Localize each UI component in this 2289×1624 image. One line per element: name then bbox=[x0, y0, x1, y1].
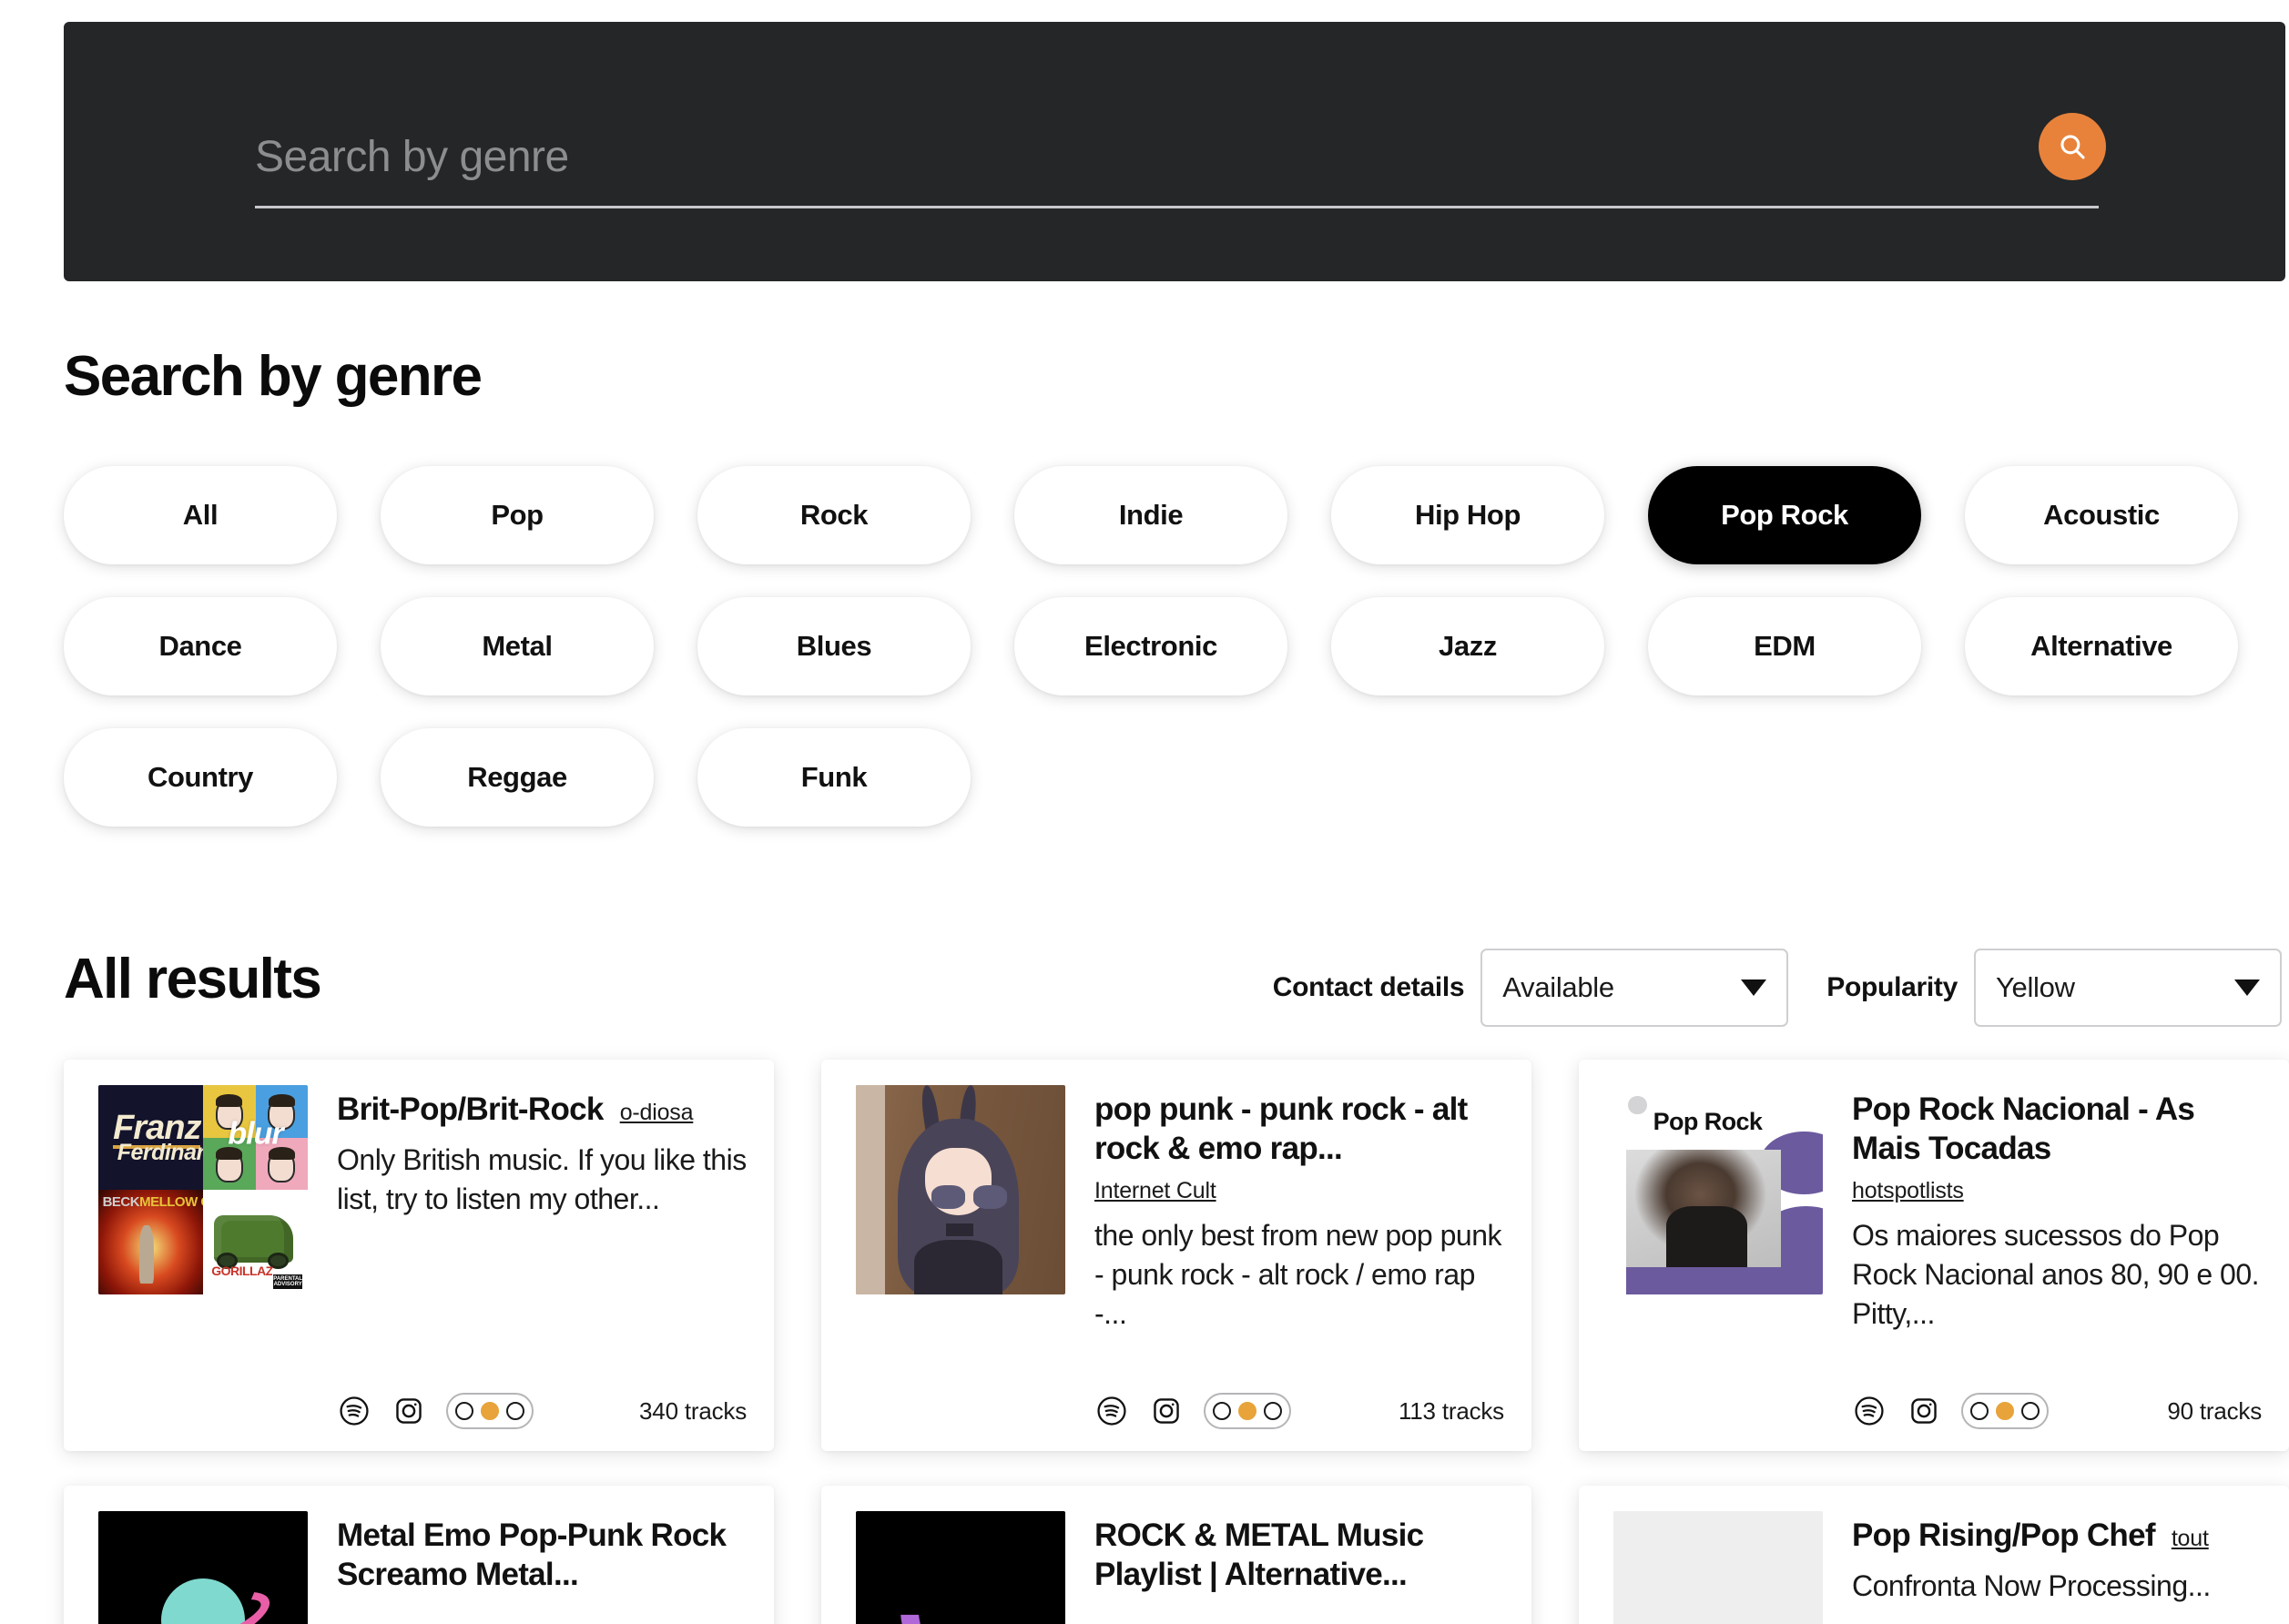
instagram-icon[interactable] bbox=[1149, 1394, 1184, 1428]
playlist-author-link[interactable]: hotspotlists bbox=[1852, 1177, 2262, 1205]
popularity-value: Yellow bbox=[1996, 971, 2075, 1003]
spotify-icon[interactable] bbox=[337, 1394, 371, 1428]
playlist-cover-image: Pop Rock bbox=[1613, 1085, 1823, 1294]
card-title-row: Brit-Pop/Brit-Rock o-diosa bbox=[337, 1091, 747, 1130]
search-header bbox=[64, 22, 2285, 281]
result-card[interactable]: FranzFerdinand blur BECKMELLOW GOLD bbox=[64, 1060, 774, 1451]
playlist-description: Confronta Now Processing... bbox=[1852, 1568, 2211, 1602]
search-icon bbox=[2057, 131, 2088, 162]
playlist-cover-image bbox=[856, 1511, 1065, 1624]
playlist-title: Pop Rock Nacional - As Mais Tocadas bbox=[1852, 1091, 2195, 1166]
card-body: Metal Emo Pop-Punk Rock Screamo Metal... bbox=[337, 1511, 747, 1624]
popularity-dot-green bbox=[1264, 1402, 1282, 1420]
card-body: Brit-Pop/Brit-Rock o-diosa Only British m… bbox=[337, 1085, 747, 1427]
result-card[interactable]: Pop Rock Pop Rock Nacional - As Mais Toc… bbox=[1579, 1060, 2289, 1451]
page-root: Search by genre All Pop Rock Indie Hip H… bbox=[0, 0, 2289, 1624]
playlist-cover-image: FranzFerdinand blur BECKMELLOW GOLD bbox=[98, 1085, 308, 1294]
playlist-author-link[interactable]: o-diosa bbox=[620, 1100, 694, 1125]
card-body: ROCK & METAL Music Playlist | Alternativ… bbox=[1094, 1511, 1504, 1624]
popularity-indicator[interactable] bbox=[1961, 1393, 2049, 1429]
genre-pill-rock[interactable]: Rock bbox=[697, 466, 971, 564]
result-card[interactable]: Pop Rising/Pop Chef tout Confronta Now Pr… bbox=[1579, 1486, 2289, 1624]
chevron-down-icon bbox=[2234, 979, 2260, 996]
track-count: 90 tracks bbox=[2167, 1396, 2262, 1425]
playlist-description: the only best from new pop punk - punk r… bbox=[1094, 1218, 1502, 1330]
spotify-icon[interactable] bbox=[1852, 1394, 1887, 1428]
playlist-cover-image bbox=[856, 1085, 1065, 1294]
card-title-row: ROCK & METAL Music Playlist | Alternativ… bbox=[1094, 1517, 1504, 1594]
card-title-row: Pop Rock Nacional - As Mais Tocadas hots… bbox=[1852, 1091, 2262, 1205]
playlist-title: Metal Emo Pop-Punk Rock Screamo Metal... bbox=[337, 1517, 727, 1592]
popularity-label: Popularity bbox=[1826, 972, 1958, 1002]
popularity-dot-red bbox=[1970, 1402, 1989, 1420]
popularity-dot-green bbox=[506, 1402, 524, 1420]
playlist-cover-image bbox=[98, 1511, 308, 1624]
genre-pill-indie[interactable]: Indie bbox=[1014, 466, 1287, 564]
results-filter-bar: Contact details Available Popularity Yel… bbox=[1273, 949, 2282, 1027]
page-title: Search by genre bbox=[64, 345, 483, 408]
popularity-dot-yellow bbox=[1996, 1402, 2014, 1420]
result-card[interactable]: pop punk - punk rock - alt rock & emo ra… bbox=[821, 1060, 1531, 1451]
genre-pill-acoustic[interactable]: Acoustic bbox=[1965, 466, 2238, 564]
popularity-dot-red bbox=[455, 1402, 473, 1420]
genre-pill-grid: All Pop Rock Indie Hip Hop Pop Rock Acou… bbox=[64, 466, 2238, 827]
search-input[interactable] bbox=[255, 113, 1985, 200]
genre-pill-jazz[interactable]: Jazz bbox=[1331, 597, 1604, 695]
card-body: Pop Rising/Pop Chef tout Confronta Now Pr… bbox=[1852, 1511, 2262, 1624]
card-body: pop punk - punk rock - alt rock & emo ra… bbox=[1094, 1085, 1504, 1427]
playlist-description: Only British music. If you like this lis… bbox=[337, 1142, 747, 1215]
playlist-title: Brit-Pop/Brit-Rock bbox=[337, 1091, 604, 1127]
track-count: 113 tracks bbox=[1398, 1396, 1504, 1425]
popularity-dot-green bbox=[2021, 1402, 2040, 1420]
genre-pill-metal[interactable]: Metal bbox=[381, 597, 654, 695]
popularity-dot-yellow bbox=[481, 1402, 499, 1420]
playlist-author-link[interactable]: Internet Cult bbox=[1094, 1177, 1504, 1205]
genre-pill-pop[interactable]: Pop bbox=[381, 466, 654, 564]
track-count: 340 tracks bbox=[639, 1396, 747, 1425]
genre-pill-country[interactable]: Country bbox=[64, 728, 337, 827]
instagram-icon[interactable] bbox=[392, 1394, 426, 1428]
results-title: All results bbox=[64, 948, 322, 1010]
results-card-grid: FranzFerdinand blur BECKMELLOW GOLD bbox=[64, 1060, 2289, 1624]
popularity-indicator[interactable] bbox=[1204, 1393, 1291, 1429]
popularity-indicator[interactable] bbox=[446, 1393, 534, 1429]
result-card[interactable]: ROCK & METAL Music Playlist | Alternativ… bbox=[821, 1486, 1531, 1624]
genre-pill-electronic[interactable]: Electronic bbox=[1014, 597, 1287, 695]
spotify-icon[interactable] bbox=[1094, 1394, 1129, 1428]
playlist-title: ROCK & METAL Music Playlist | Alternativ… bbox=[1094, 1517, 1424, 1592]
card-footer: 90 tracks bbox=[1852, 1393, 2262, 1429]
playlist-title: pop punk - punk rock - alt rock & emo ra… bbox=[1094, 1091, 1468, 1166]
contact-details-label: Contact details bbox=[1272, 972, 1465, 1002]
playlist-title: Pop Rising/Pop Chef bbox=[1852, 1517, 2156, 1553]
genre-pill-pop-rock[interactable]: Pop Rock bbox=[1648, 466, 1921, 564]
popularity-dot-red bbox=[1213, 1402, 1231, 1420]
popularity-select[interactable]: Yellow bbox=[1974, 949, 2282, 1027]
genre-pill-blues[interactable]: Blues bbox=[697, 597, 971, 695]
genre-pill-dance[interactable]: Dance bbox=[64, 597, 337, 695]
playlist-cover-image bbox=[1613, 1511, 1823, 1624]
card-title-row: Pop Rising/Pop Chef tout bbox=[1852, 1517, 2262, 1556]
genre-pill-hip-hop[interactable]: Hip Hop bbox=[1331, 466, 1604, 564]
search-submit-button[interactable] bbox=[2039, 113, 2106, 180]
chevron-down-icon bbox=[1741, 979, 1767, 996]
card-body: Pop Rock Nacional - As Mais Tocadas hots… bbox=[1852, 1085, 2262, 1427]
genre-pill-reggae[interactable]: Reggae bbox=[381, 728, 654, 827]
playlist-author-link[interactable]: tout bbox=[2172, 1526, 2209, 1551]
card-footer: 113 tracks bbox=[1094, 1393, 1504, 1429]
contact-details-value: Available bbox=[1502, 971, 1614, 1003]
card-title-row: Metal Emo Pop-Punk Rock Screamo Metal... bbox=[337, 1517, 747, 1594]
genre-pill-funk[interactable]: Funk bbox=[697, 728, 971, 827]
contact-details-select[interactable]: Available bbox=[1480, 949, 1789, 1027]
genre-pill-edm[interactable]: EDM bbox=[1648, 597, 1921, 695]
instagram-icon[interactable] bbox=[1907, 1394, 1941, 1428]
result-card[interactable]: Metal Emo Pop-Punk Rock Screamo Metal... bbox=[64, 1486, 774, 1624]
card-title-row: pop punk - punk rock - alt rock & emo ra… bbox=[1094, 1091, 1504, 1205]
search-field-wrapper bbox=[255, 113, 2106, 208]
cover-label: Pop Rock bbox=[1653, 1108, 1763, 1136]
playlist-description: Os maiores sucessos do Pop Rock Nacional… bbox=[1852, 1218, 2260, 1330]
card-footer: 340 tracks bbox=[337, 1393, 747, 1429]
genre-pill-alternative[interactable]: Alternative bbox=[1965, 597, 2238, 695]
popularity-dot-yellow bbox=[1238, 1402, 1256, 1420]
genre-pill-all[interactable]: All bbox=[64, 466, 337, 564]
